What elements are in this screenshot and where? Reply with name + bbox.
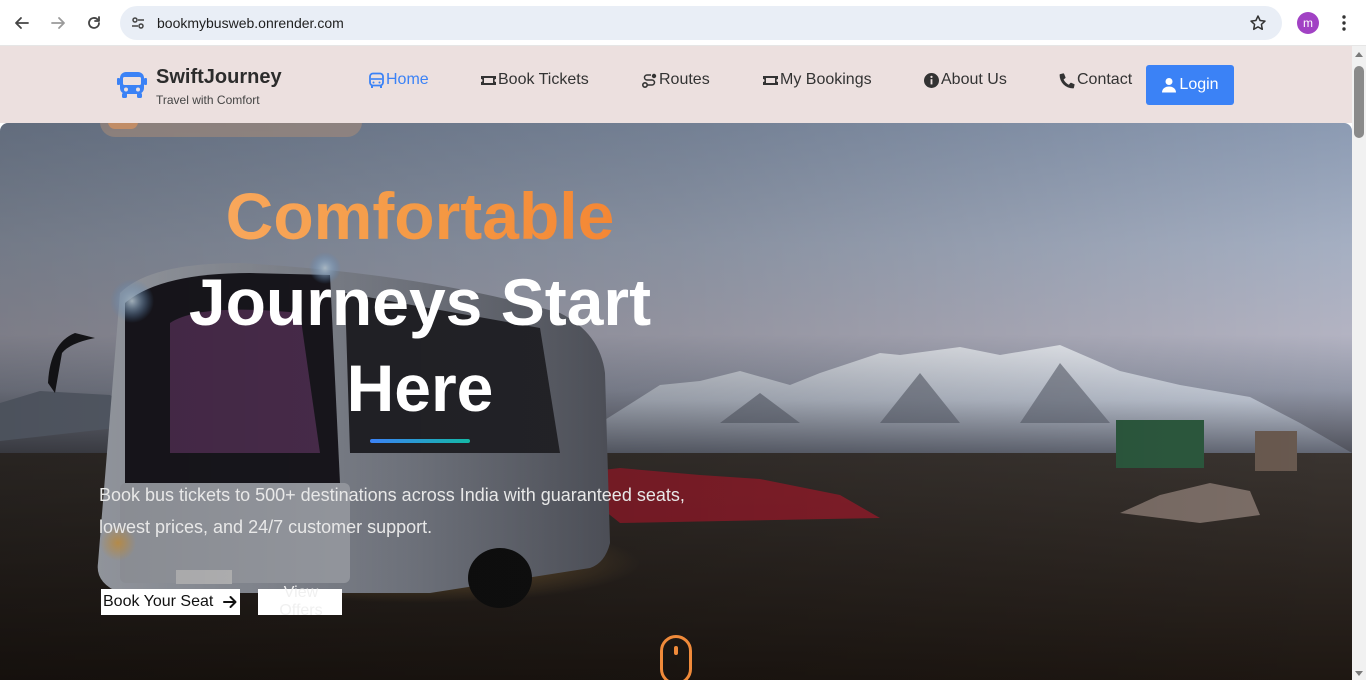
bookmark-star-icon[interactable] (1248, 13, 1268, 33)
login-button[interactable]: Login (1146, 65, 1234, 105)
browser-toolbar: bookmybusweb.onrender.com m (0, 0, 1366, 46)
address-bar[interactable]: bookmybusweb.onrender.com (120, 6, 1282, 40)
nav-item-label: About Us (941, 71, 1007, 88)
bus-icon (369, 72, 384, 88)
site-header: SwiftJourney Travel with Comfort Home Bo… (0, 46, 1352, 123)
view-offers-label: View Offers (279, 584, 323, 619)
scroll-down-icon[interactable] (660, 635, 692, 680)
hero-headline: Comfortable Journeys Start Here (100, 173, 740, 431)
hero-headline-line2: Journeys Start (188, 265, 652, 339)
headline-divider (370, 439, 470, 443)
hero-headline-line3: Here (346, 351, 494, 425)
phone-icon (1059, 72, 1075, 88)
nav-item-label: Contact (1077, 71, 1133, 88)
ticket-icon (481, 75, 496, 85)
nav-item-book-tickets[interactable]: Book Tickets (480, 69, 589, 91)
profile-avatar[interactable]: m (1297, 12, 1319, 34)
view-offers-button[interactable]: View Offers (258, 584, 342, 619)
arrow-right-icon (51, 17, 65, 29)
scroll-up-arrow-icon[interactable] (1355, 52, 1363, 57)
url-text: bookmybusweb.onrender.com (157, 15, 344, 31)
reload-icon (88, 16, 100, 29)
nav-item-label: My Bookings (780, 71, 872, 88)
scroll-down-arrow-icon[interactable] (1355, 671, 1363, 676)
nav-item-routes[interactable]: Routes (641, 69, 710, 91)
ticket-icon (763, 75, 778, 85)
nav-item-about-us[interactable]: About Us (923, 69, 1007, 91)
forward-button[interactable] (44, 9, 72, 37)
bus-icon (117, 72, 147, 98)
brand-tagline: Travel with Comfort (156, 93, 260, 107)
login-label: Login (1179, 76, 1219, 93)
site-info-icon[interactable] (128, 13, 148, 33)
reload-button[interactable] (80, 9, 108, 37)
nav-item-label: Routes (659, 71, 710, 88)
book-your-seat-button[interactable]: Book Your Seat (101, 589, 240, 615)
nav-item-label: Home (386, 71, 429, 88)
user-icon (1162, 78, 1177, 93)
brand-name[interactable]: SwiftJourney (156, 66, 282, 89)
arrow-right-icon (223, 596, 237, 608)
nav-item-home[interactable]: Home (368, 69, 429, 91)
hero-headline-accent: Comfortable (100, 173, 740, 259)
back-button[interactable] (8, 9, 36, 37)
hero-description: Book bus tickets to 500+ destinations ac… (99, 485, 685, 537)
book-your-seat-label: Book Your Seat (103, 593, 214, 610)
info-circle-icon (924, 72, 939, 88)
nav-item-label: Book Tickets (498, 71, 589, 88)
hero-section: Comfortable Journeys Start Here Book bus… (0, 123, 1352, 680)
page-scrollbar[interactable] (1352, 46, 1366, 680)
nav-item-my-bookings[interactable]: My Bookings (762, 69, 872, 91)
route-icon (641, 73, 657, 88)
browser-menu-icon[interactable] (1334, 12, 1354, 34)
scrollbar-thumb[interactable] (1354, 66, 1364, 138)
arrow-left-icon (15, 17, 29, 29)
hero-badge (100, 123, 362, 137)
nav-item-contact[interactable]: Contact (1059, 69, 1132, 91)
